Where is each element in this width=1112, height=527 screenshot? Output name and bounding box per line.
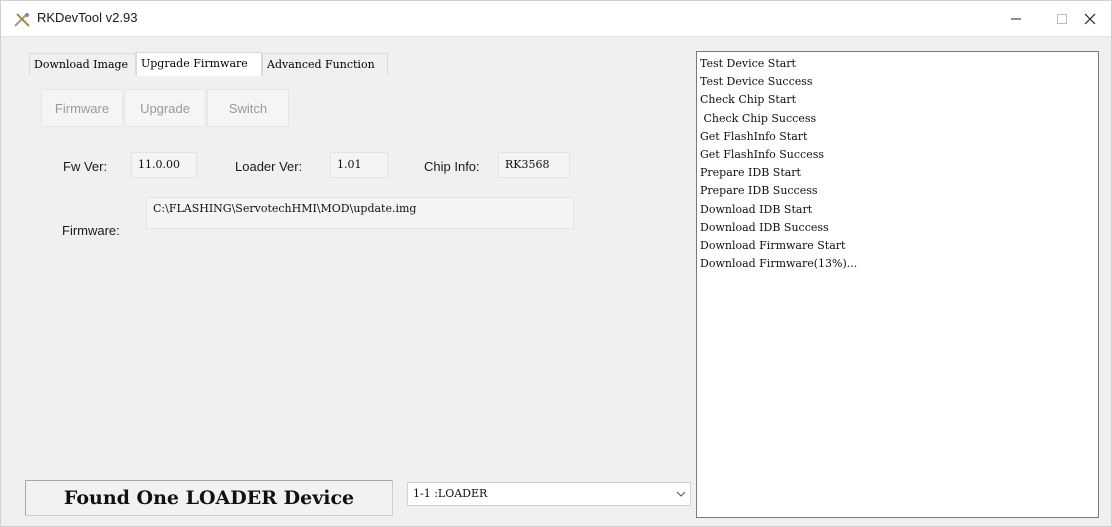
minimize-icon (1011, 18, 1021, 20)
firmware-path-field: C:\FLASHING\ServotechHMI\MOD\update.img (146, 197, 574, 229)
status-message: Found One LOADER Device (25, 480, 393, 516)
log-line: Prepare IDB Start (700, 166, 801, 180)
tab-advanced-function[interactable]: Advanced Function (262, 53, 388, 75)
chip-info-label: Chip Info: (424, 159, 480, 174)
rkdevtool-icon (14, 13, 30, 27)
app-window: RKDevTool v2.93 Download Image Upgrade F… (0, 0, 1112, 527)
log-line: Download IDB Success (700, 220, 829, 234)
fw-ver-field: 11.0.00 (131, 152, 197, 178)
log-line: Get FlashInfo Start (700, 129, 808, 143)
log-line: Download Firmware(13%)... (700, 257, 858, 271)
log-line: Download Firmware Start (700, 239, 846, 253)
log-line: Get FlashInfo Success (700, 148, 825, 162)
switch-button[interactable]: Switch (207, 89, 289, 127)
log-line: Prepare IDB Success (700, 184, 818, 198)
log-line: Test Device Start (700, 57, 796, 70)
close-button[interactable] (1067, 1, 1111, 37)
log-line: Check Chip Start (700, 93, 797, 107)
close-icon (1084, 13, 1096, 25)
chip-info-field: RK3568 (498, 152, 570, 178)
device-select[interactable]: 1-1 :LOADER (407, 482, 691, 506)
log-line: Check Chip Success (700, 111, 817, 125)
tab-upgrade-firmware[interactable]: Upgrade Firmware (136, 52, 262, 76)
log-line: Test Device Success (700, 75, 813, 89)
device-select-value: 1-1 :LOADER (413, 487, 488, 500)
tab-download-image[interactable]: Download Image (29, 53, 136, 75)
window-title: RKDevTool v2.93 (37, 10, 138, 25)
title-bar[interactable]: RKDevTool v2.93 (1, 1, 1111, 37)
log-line: Download IDB Start (700, 202, 813, 216)
upgrade-button[interactable]: Upgrade (124, 89, 206, 127)
fw-ver-label: Fw Ver: (63, 159, 108, 174)
loader-ver-label: Loader Ver: (235, 159, 303, 174)
minimize-button[interactable] (993, 1, 1039, 37)
firmware-button[interactable]: Firmware (41, 89, 123, 127)
log-panel[interactable]: Test Device Start Test Device Success Chec… (696, 51, 1099, 518)
firmware-path-label: Firmware: (62, 223, 120, 238)
loader-ver-field: 1.01 (330, 152, 388, 178)
upgrade-firmware-panel: Firmware Upgrade Switch Fw Ver: 11.0.00 … (25, 75, 687, 467)
chevron-down-icon (676, 491, 686, 497)
